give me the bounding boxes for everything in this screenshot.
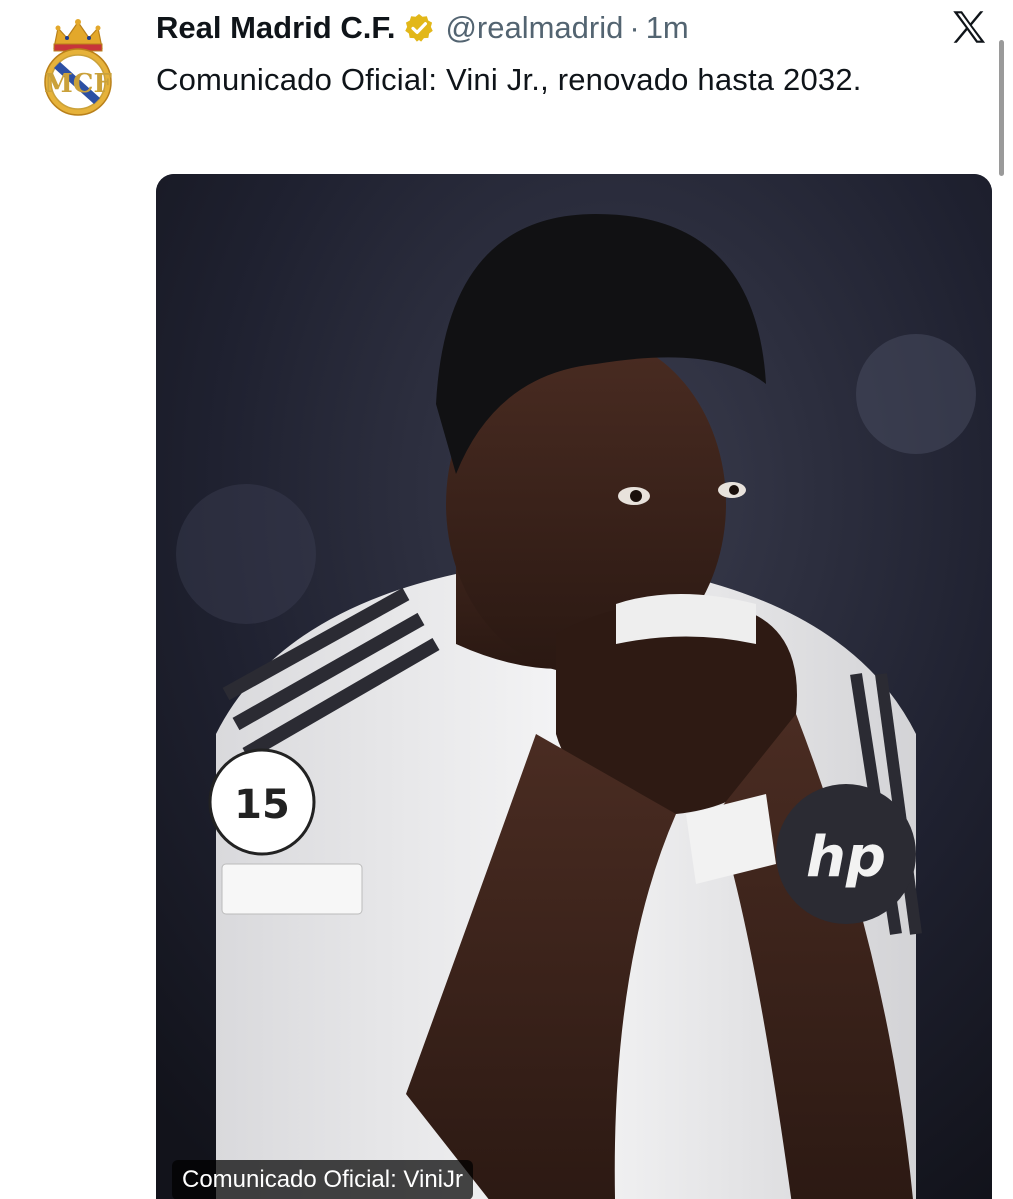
tweet-text: Comunicado Oficial: Vini Jr., renovado h… [156,62,862,97]
scrollbar[interactable] [999,40,1004,176]
svg-text:MCF: MCF [44,69,112,99]
svg-text:15: 15 [234,782,290,828]
tweet-header: Real Madrid C.F. @realmadrid · 1m [156,6,689,50]
verified-badge-icon [403,12,435,44]
tweet-media[interactable]: 15 hp Comunicado Oficial: ViniJr [156,174,992,1199]
tweet-card[interactable]: MCF Real Madrid C.F. @realmadrid · 1m Co… [0,0,1013,1199]
avatar[interactable]: MCF [40,14,116,120]
real-madrid-crest-icon: MCF [44,19,113,116]
svg-text:hp: hp [806,825,886,890]
separator-dot: · [629,10,640,45]
tweet-timestamp[interactable]: 1m [646,10,689,46]
media-alt-badge[interactable]: Comunicado Oficial: ViniJr [172,1160,474,1199]
x-logo-icon[interactable] [948,6,990,48]
account-handle[interactable]: @realmadrid [445,10,623,46]
player-photo: 15 hp [156,174,992,1199]
display-name[interactable]: Real Madrid C.F. [156,10,395,46]
